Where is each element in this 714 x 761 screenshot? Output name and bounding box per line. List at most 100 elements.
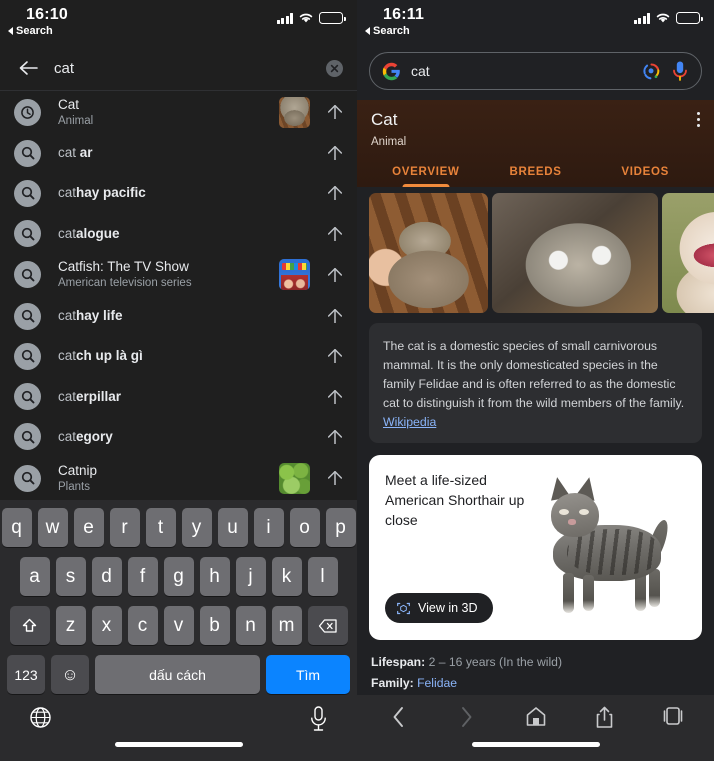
key-y[interactable]: y xyxy=(181,508,212,547)
status-time: 16:10 xyxy=(26,6,68,23)
insert-arrow-icon[interactable] xyxy=(325,105,345,119)
google-search-bar[interactable]: cat xyxy=(369,52,702,90)
browser-forward-button[interactable] xyxy=(450,706,484,728)
browser-home-button[interactable] xyxy=(519,706,553,727)
image-carousel[interactable] xyxy=(357,187,714,321)
back-arrow-icon[interactable] xyxy=(14,53,44,83)
google-search-input[interactable]: cat xyxy=(411,63,632,79)
insert-arrow-icon[interactable] xyxy=(325,226,345,241)
suggestion-text: Catfish: The TV Show American television … xyxy=(58,259,279,290)
search-icon xyxy=(14,342,41,370)
carousel-image-1[interactable] xyxy=(369,193,488,313)
key-i[interactable]: i xyxy=(253,508,284,547)
key-k[interactable]: k xyxy=(271,557,302,596)
key-t[interactable]: t xyxy=(145,508,176,547)
keyboard-bottom-row: 123 ☺ dấu cách Tìm xyxy=(0,655,357,694)
key-n[interactable]: n xyxy=(235,606,266,645)
insert-arrow-icon[interactable] xyxy=(325,146,345,161)
status-indicators xyxy=(276,12,346,24)
globe-language-icon[interactable] xyxy=(28,705,53,730)
card-3d-title: Meet a life-sized American Shorthair up … xyxy=(385,472,525,528)
key-f[interactable]: f xyxy=(127,557,158,596)
key-d[interactable]: d xyxy=(91,557,122,596)
suggestion-row[interactable]: cathay pacific xyxy=(0,173,357,213)
search-icon xyxy=(14,179,41,207)
browser-toolbar xyxy=(357,695,714,761)
carousel-image-2[interactable] xyxy=(492,193,658,313)
insert-arrow-icon[interactable] xyxy=(325,429,345,444)
key-j[interactable]: j xyxy=(235,557,266,596)
key-v[interactable]: v xyxy=(163,606,194,645)
space-key[interactable]: dấu cách xyxy=(95,655,260,694)
key-c[interactable]: c xyxy=(127,606,158,645)
catnip-plant-thumbnail xyxy=(279,462,310,494)
fact-value[interactable]: Felidae xyxy=(417,676,457,690)
search-icon xyxy=(14,383,41,411)
numbers-key[interactable]: 123 xyxy=(7,655,45,694)
fact-label: Family: xyxy=(371,676,414,690)
key-e[interactable]: e xyxy=(73,508,104,547)
home-icon xyxy=(526,707,545,726)
google-lens-icon[interactable] xyxy=(642,62,661,81)
suggestion-row[interactable]: cathay life xyxy=(0,296,357,336)
suggestion-row[interactable]: Catfish: The TV Show American television … xyxy=(0,254,357,296)
shift-key[interactable] xyxy=(9,606,50,645)
suggestion-row[interactable]: cat ar xyxy=(0,133,357,173)
suggestion-row[interactable]: caterpillar xyxy=(0,376,357,416)
microphone-icon[interactable] xyxy=(671,60,689,82)
key-b[interactable]: b xyxy=(199,606,230,645)
overflow-menu-icon[interactable] xyxy=(697,112,700,127)
tab-videos[interactable]: VIDEOS xyxy=(590,166,700,187)
emoji-smiley-icon[interactable]: ☺ xyxy=(51,655,89,694)
key-m[interactable]: m xyxy=(271,606,302,645)
carousel-image-3[interactable] xyxy=(662,193,714,313)
key-g[interactable]: g xyxy=(163,557,194,596)
suggestion-title: catalogue xyxy=(58,225,120,241)
back-triangle-icon xyxy=(8,27,13,35)
insert-arrow-icon[interactable] xyxy=(325,349,345,364)
insert-arrow-icon[interactable] xyxy=(325,309,345,324)
view-in-3d-button[interactable]: View in 3D xyxy=(385,593,493,623)
suggestion-row[interactable]: catch up là gì xyxy=(0,336,357,376)
suggestion-row[interactable]: category xyxy=(0,417,357,457)
search-go-key[interactable]: Tìm xyxy=(266,655,350,694)
microphone-icon[interactable] xyxy=(308,705,329,732)
key-u[interactable]: u xyxy=(217,508,248,547)
status-back-to-search[interactable]: Search xyxy=(365,25,410,37)
key-s[interactable]: s xyxy=(55,557,86,596)
browser-tabs-button[interactable] xyxy=(656,706,690,726)
backspace-key[interactable] xyxy=(307,606,348,645)
view-in-3d-card[interactable]: Meet a life-sized American Shorthair up … xyxy=(369,455,702,640)
suggestion-row[interactable]: Cat Animal xyxy=(0,91,357,133)
key-r[interactable]: r xyxy=(109,508,140,547)
search-input[interactable]: cat xyxy=(54,60,326,77)
insert-arrow-icon[interactable] xyxy=(325,186,345,201)
browser-back-button[interactable] xyxy=(381,706,415,728)
key-x[interactable]: x xyxy=(91,606,122,645)
suggestion-row[interactable]: Catnip Plants xyxy=(0,457,357,499)
key-w[interactable]: w xyxy=(37,508,68,547)
key-l[interactable]: l xyxy=(307,557,338,596)
key-q[interactable]: q xyxy=(1,508,32,547)
insert-arrow-icon[interactable] xyxy=(325,389,345,404)
suggestion-row[interactable]: catalogue xyxy=(0,214,357,254)
suggestion-text: category xyxy=(58,429,325,445)
virtual-keyboard[interactable]: qwertyuiop asdfghjkl zxcvbnm 123 ☺ dấu c… xyxy=(0,500,357,761)
key-a[interactable]: a xyxy=(19,557,50,596)
wikipedia-source-link[interactable]: Wikipedia xyxy=(383,415,436,429)
key-o[interactable]: o xyxy=(289,508,320,547)
home-indicator xyxy=(471,742,600,747)
page-title: Cat xyxy=(371,110,398,129)
browser-share-button[interactable] xyxy=(587,706,621,729)
search-icon xyxy=(14,464,41,492)
insert-arrow-icon[interactable] xyxy=(325,267,345,282)
key-h[interactable]: h xyxy=(199,557,230,596)
key-p[interactable]: p xyxy=(325,508,356,547)
status-back-to-search[interactable]: Search xyxy=(8,25,53,37)
tab-breeds[interactable]: BREEDS xyxy=(481,166,591,187)
tab-overview[interactable]: OVERVIEW xyxy=(371,166,481,187)
search-input-row[interactable]: cat xyxy=(0,46,357,90)
key-z[interactable]: z xyxy=(55,606,86,645)
clear-circle-icon[interactable] xyxy=(326,59,343,77)
insert-arrow-icon[interactable] xyxy=(325,471,345,486)
